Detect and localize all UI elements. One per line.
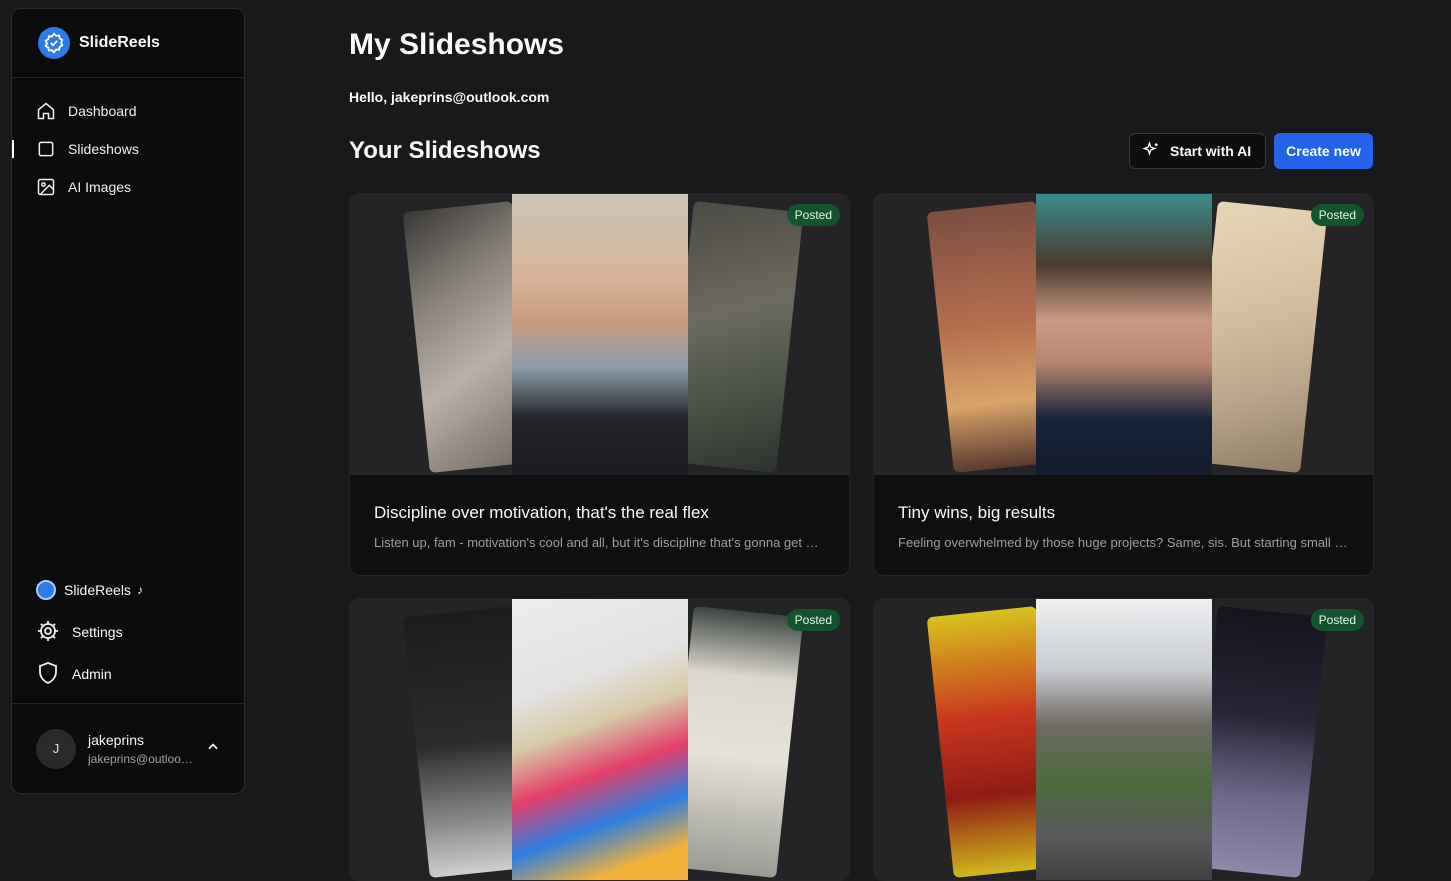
admin-label: Admin	[72, 666, 112, 682]
slideshow-thumbnail: Posted	[874, 599, 1373, 880]
admin-item[interactable]: Admin	[12, 653, 244, 695]
home-icon	[36, 101, 56, 121]
greeting: Hello, jakeprins@outlook.com	[349, 89, 550, 105]
account-item[interactable]: SlideReels ♪	[12, 569, 244, 611]
create-new-button[interactable]: Create new	[1274, 133, 1373, 169]
card-body: Tiny wins, big results Feeling overwhelm…	[874, 475, 1373, 575]
brand-name: SlideReels	[79, 34, 160, 51]
nav-item-label: AI Images	[68, 179, 132, 195]
chevron-up-icon[interactable]	[206, 740, 220, 759]
settings-label: Settings	[72, 624, 123, 640]
card-body: Discipline over motivation, that's the r…	[350, 475, 849, 575]
shield-icon	[36, 661, 60, 688]
card-description: Listen up, fam - motivation's cool and a…	[374, 535, 825, 550]
card-title: Discipline over motivation, that's the r…	[374, 503, 709, 522]
user-name: jakeprins	[88, 731, 145, 748]
gear-icon	[36, 619, 60, 646]
slide-image-center	[1036, 194, 1212, 475]
section-title: Your Slideshows	[349, 137, 541, 164]
account-logo-icon	[36, 580, 56, 600]
square-icon	[36, 139, 56, 159]
card-title: Tiny wins, big results	[898, 503, 1056, 522]
slideshow-card[interactable]: Posted	[349, 598, 850, 881]
slide-image-center	[512, 599, 688, 880]
nav-item-ai-images[interactable]: AI Images	[12, 168, 244, 206]
nav-item-label: Dashboard	[68, 103, 137, 119]
nav-item-dashboard[interactable]: Dashboard	[12, 92, 244, 130]
nav-item-label: Slideshows	[68, 141, 139, 157]
avatar: J	[36, 728, 76, 769]
slideshow-thumbnail: Posted	[350, 194, 849, 475]
card-description: Feeling overwhelmed by those huge projec…	[898, 535, 1349, 550]
page-title: My Slideshows	[349, 28, 565, 61]
settings-item[interactable]: Settings	[12, 611, 244, 653]
slide-image-center	[1036, 599, 1212, 880]
bottom-nav: SlideReels ♪ Settings Admin	[12, 569, 244, 695]
user-menu[interactable]: J jakeprins jakeprins@outlook.com	[12, 703, 244, 793]
brand[interactable]: SlideReels	[12, 9, 244, 78]
account-label: SlideReels	[64, 582, 131, 598]
sparkles-icon	[1142, 140, 1160, 162]
status-badge: Posted	[1310, 609, 1364, 631]
nav-item-slideshows[interactable]: Slideshows	[12, 130, 244, 168]
slideshow-card[interactable]: Posted Tiny wins, big results Feeling ov…	[873, 193, 1374, 576]
slideshow-thumbnail: Posted	[874, 194, 1373, 475]
user-info: jakeprins jakeprins@outlook.com	[88, 732, 198, 766]
start-with-ai-label: Start with AI	[1170, 143, 1252, 159]
slidereels-logo-icon	[38, 27, 70, 59]
active-indicator	[12, 140, 14, 158]
slide-image-center	[512, 194, 688, 475]
user-email: jakeprins@outlook.com	[88, 751, 198, 766]
slideshow-thumbnail: Posted	[350, 599, 849, 880]
main-nav: Dashboard Slideshows AI Images	[12, 78, 244, 206]
tiktok-icon: ♪	[136, 583, 143, 597]
image-icon	[36, 177, 56, 197]
start-with-ai-button[interactable]: Start with AI	[1129, 133, 1266, 169]
status-badge: Posted	[786, 609, 840, 631]
slideshow-card[interactable]: Posted	[873, 598, 1374, 881]
status-badge: Posted	[1310, 204, 1364, 226]
sidebar: SlideReels Dashboard Slideshows AI Image…	[11, 8, 245, 794]
status-badge: Posted	[786, 204, 840, 226]
slideshow-card[interactable]: Posted Discipline over motivation, that'…	[349, 193, 850, 576]
